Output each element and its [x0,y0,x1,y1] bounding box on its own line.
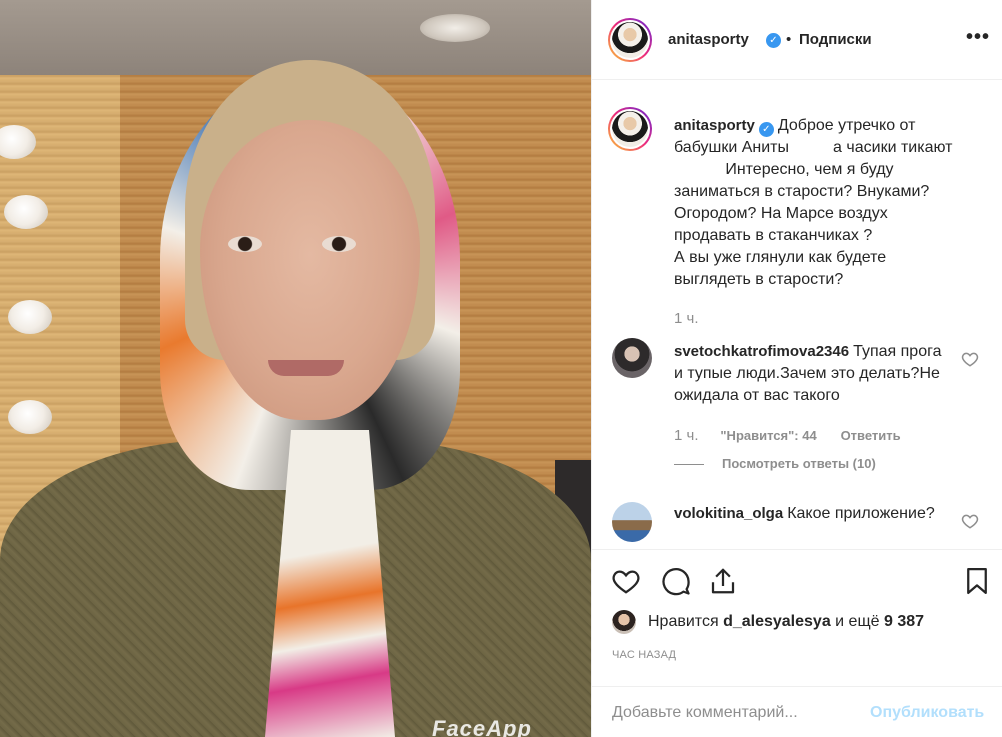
add-comment-bar: Добавьте комментарий... Опубликовать [592,686,1002,737]
post-caption: anitasporty ✓ Доброе утречко от бабушки Ани… [674,115,989,291]
verified-badge-icon: ✓ [758,122,774,137]
caption-line: А вы уже глянули как будете [674,249,887,266]
publish-button[interactable]: Опубликовать [870,704,984,722]
vanity-bulb [4,195,48,229]
post-header: anitasporty ✓ • Подписки ••• [592,0,1002,80]
commenter-avatar[interactable] [612,502,652,542]
post-panel: anitasporty ✓ • Подписки ••• anitasporty… [591,0,1002,737]
right-eye [322,236,356,252]
comment-bubble-icon[interactable] [661,566,691,596]
mouth [268,360,344,376]
caption-line: выглядеть в старости? [674,271,844,288]
comment-meta: 1 ч. "Нравится": 44 Ответить [674,427,901,444]
like-comment-heart-icon[interactable] [961,512,979,530]
comment-text: svetochkatrofimova2346 Тупая прога и тупы… [674,341,954,407]
comment-input[interactable]: Добавьте комментарий... [612,704,798,722]
commenter-avatar[interactable] [612,338,652,378]
liker-avatar[interactable] [612,610,636,634]
faceapp-watermark: FaceApp [432,716,532,737]
separator-dot: • [786,31,792,48]
likes-count[interactable]: 9 387 [884,613,924,630]
ceiling-lamp [420,14,490,42]
author-avatar[interactable] [608,18,652,62]
vanity-bulb [8,300,52,334]
share-upload-icon[interactable] [708,566,738,596]
liked-by-user[interactable]: d_alesyalesya [723,613,831,630]
caption-line: бабушки Аниты ⠀⠀⠀ а часики тикают [674,139,953,156]
caption-line: ⠀⠀⠀⠀ Интересно, чем я буду [674,161,894,178]
liked-by-prefix: Нравится [648,613,719,630]
liked-by-suffix: и ещё [835,613,880,630]
comment-text: volokitina_olga Какое приложение? [674,503,954,525]
comment-body: Какое приложение? [787,505,935,522]
commenter-username[interactable]: svetochkatrofimova2346 [674,343,849,360]
caption-line: Огородом? На Марсе воздух [674,205,888,222]
caption-line: Доброе утречко от [777,117,916,134]
commenter-username[interactable]: volokitina_olga [674,505,783,522]
view-replies-label: Посмотреть ответы (10) [722,456,876,471]
left-eye [228,236,262,252]
caption-timestamp[interactable]: 1 ч. [674,310,699,327]
caption-author-username[interactable]: anitasporty [674,117,755,134]
like-comment-heart-icon[interactable] [961,350,979,368]
like-heart-icon[interactable] [611,566,641,596]
caption-line: продавать в стаканчиках ?⠀ [674,227,884,244]
caption-line: заниматься в старости? Внуками? [674,183,930,200]
liked-by-text: Нравится d_alesyalesya и ещё 9 387 [648,613,924,631]
comment-likes-count[interactable]: "Нравится": 44 [720,428,816,443]
author-username[interactable]: anitasporty [668,31,749,48]
caption-author-avatar[interactable] [608,107,652,151]
replies-divider [674,464,704,466]
post-photo[interactable]: FaceApp [0,0,591,737]
vanity-bulb [8,400,52,434]
following-button[interactable]: Подписки [799,31,872,48]
bookmark-icon[interactable] [962,566,992,596]
view-replies-button[interactable]: Посмотреть ответы (10) [674,456,876,471]
reply-button[interactable]: Ответить [841,428,901,443]
more-options-icon[interactable]: ••• [966,26,990,49]
post-time-ago[interactable]: час назад [612,649,676,661]
comments-list[interactable]: anitasporty ✓ Доброе утречко от бабушки Ани… [592,81,1002,548]
comment-timestamp[interactable]: 1 ч. [674,427,699,444]
verified-badge-icon: ✓ [766,33,781,48]
post-actions: Нравится d_alesyalesya и ещё 9 387 час н… [592,549,1002,686]
